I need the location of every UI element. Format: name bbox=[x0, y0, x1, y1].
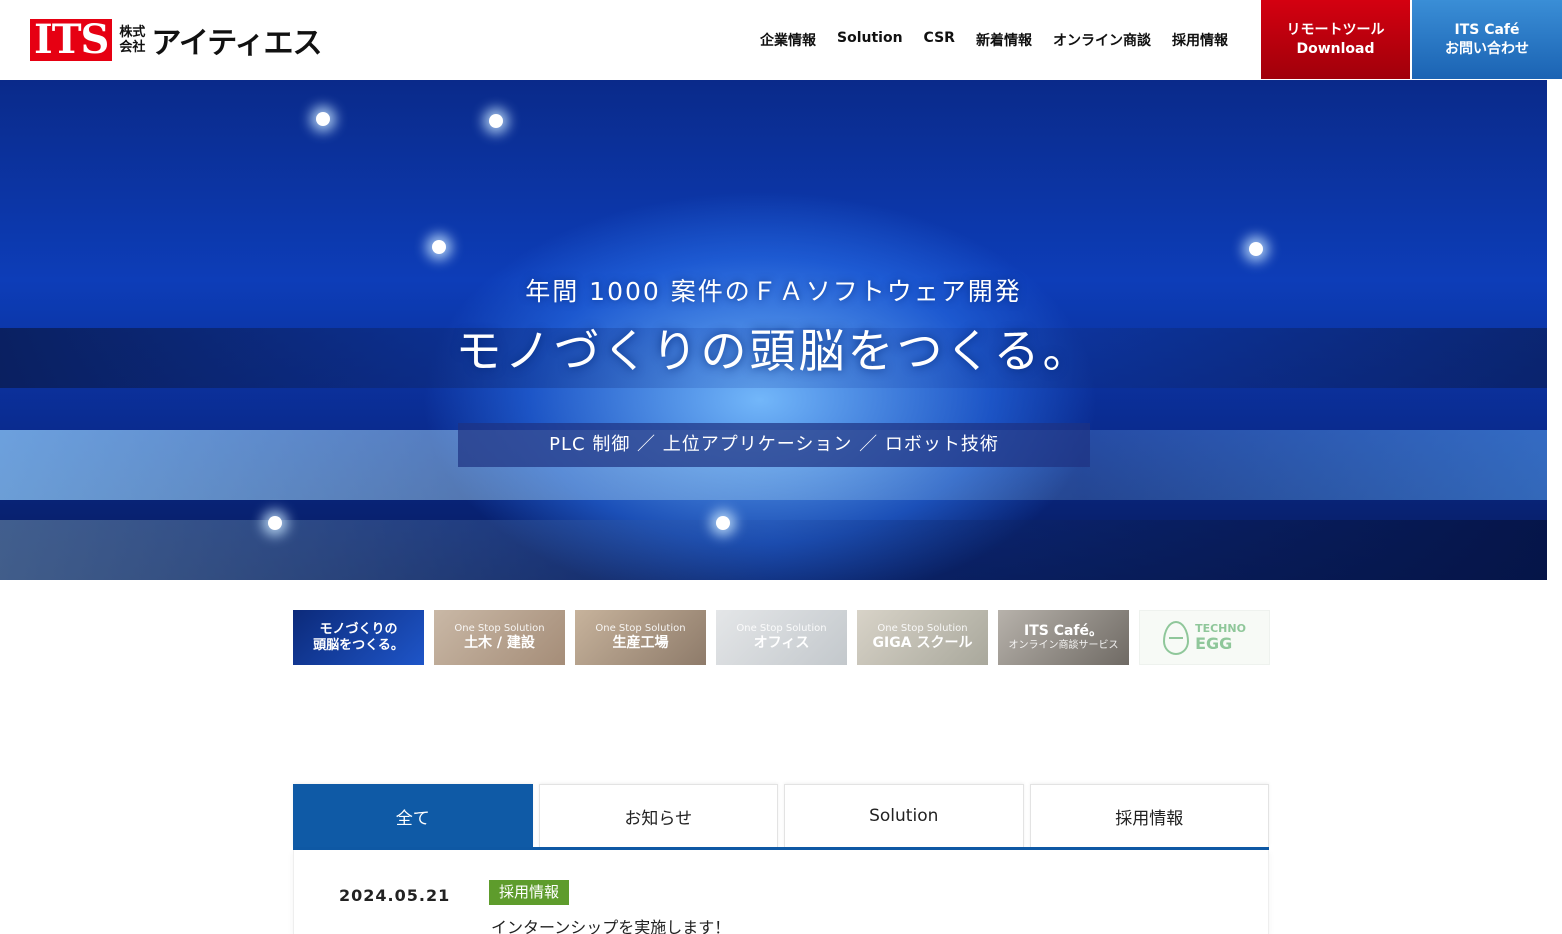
egg-icon bbox=[1163, 620, 1190, 655]
thumbnail-monozukuri[interactable]: モノづくりの 頭脳をつくる。 bbox=[293, 610, 424, 665]
site-header: ITS 株式 会社 アイティエス 企業情報 Solution CSR 新着情報 … bbox=[0, 0, 1562, 80]
nav-csr[interactable]: CSR bbox=[924, 30, 955, 50]
remote-tool-download-button[interactable]: リモートツール Download bbox=[1261, 0, 1410, 79]
nav-company[interactable]: 企業情報 bbox=[760, 30, 816, 50]
thumbnail-civil-engineering[interactable]: One Stop Solution 土木 / 建設 bbox=[434, 610, 565, 665]
tab-notice[interactable]: お知らせ bbox=[538, 784, 778, 847]
logo-kaisha: 株式 会社 bbox=[119, 25, 145, 55]
hero-light-dot bbox=[716, 516, 730, 530]
logo-name: アイティエス bbox=[151, 26, 322, 61]
thumbnail-its-cafe[interactable]: ITS Café。 オンライン商談サービス bbox=[998, 610, 1129, 665]
hero-subtitle: 年間 1000 案件のＦＡソフトウェア開発 bbox=[525, 277, 1022, 306]
hero-light-dot bbox=[316, 112, 330, 126]
hero-banner: 年間 1000 案件のＦＡソフトウェア開発 モノづくりの頭脳をつくる。 PLC … bbox=[0, 80, 1547, 580]
hero-light-dot bbox=[1249, 242, 1263, 256]
news-category-badge: 採用情報 bbox=[489, 880, 570, 905]
hero-light-dot bbox=[489, 114, 503, 128]
tab-all[interactable]: 全て bbox=[293, 784, 533, 847]
hero-light-dot bbox=[268, 516, 282, 530]
news-date: 2024.05.21 bbox=[339, 886, 451, 905]
thumbnail-giga-school[interactable]: One Stop Solution GIGA スクール bbox=[857, 610, 988, 665]
news-tabs: 全て お知らせ Solution 採用情報 bbox=[293, 784, 1269, 850]
hero-tagline: PLC 制御 ／ 上位アプリケーション ／ ロボット技術 bbox=[458, 423, 1090, 467]
thumbnail-factory[interactable]: One Stop Solution 生産工場 bbox=[575, 610, 706, 665]
hero-light-band bbox=[0, 520, 1547, 580]
tab-solution[interactable]: Solution bbox=[784, 784, 1024, 847]
thumbnail-office[interactable]: One Stop Solution オフィス bbox=[716, 610, 847, 665]
hero-title: モノづくりの頭脳をつくる。 bbox=[455, 324, 1092, 378]
cafe-button-line2: お問い合わせ bbox=[1445, 40, 1529, 57]
company-logo[interactable]: ITS 株式 会社 アイティエス bbox=[30, 18, 323, 62]
hero-light-dot bbox=[432, 240, 446, 254]
nav-solution[interactable]: Solution bbox=[837, 30, 903, 50]
news-title-link[interactable]: インターンシップを実施します！ bbox=[491, 914, 730, 934]
logo-kaisha-line2: 会社 bbox=[119, 40, 146, 55]
slider-thumbnails: モノづくりの 頭脳をつくる。 One Stop Solution 土木 / 建設… bbox=[293, 610, 1270, 665]
its-cafe-contact-button[interactable]: ITS Café お問い合わせ bbox=[1412, 0, 1562, 79]
cafe-button-line1: ITS Café bbox=[1454, 21, 1520, 38]
tab-recruit[interactable]: 採用情報 bbox=[1029, 784, 1269, 847]
logo-mark: ITS bbox=[30, 19, 113, 61]
thumbnail-techno-egg[interactable]: TECHNO EGG bbox=[1139, 610, 1270, 665]
remote-button-line1: リモートツール bbox=[1286, 21, 1385, 38]
nav-online-meeting[interactable]: オンライン商談 bbox=[1053, 30, 1151, 50]
main-nav: 企業情報 Solution CSR 新着情報 オンライン商談 採用情報 bbox=[760, 30, 1228, 50]
nav-recruit[interactable]: 採用情報 bbox=[1172, 30, 1228, 50]
news-list: 2024.05.21 採用情報 インターンシップを実施します！ bbox=[293, 850, 1269, 934]
remote-button-line2: Download bbox=[1296, 40, 1375, 57]
techno-egg-logo-text: TECHNO EGG bbox=[1195, 622, 1246, 653]
logo-kaisha-line1: 株式 bbox=[119, 25, 146, 40]
nav-news[interactable]: 新着情報 bbox=[976, 30, 1032, 50]
